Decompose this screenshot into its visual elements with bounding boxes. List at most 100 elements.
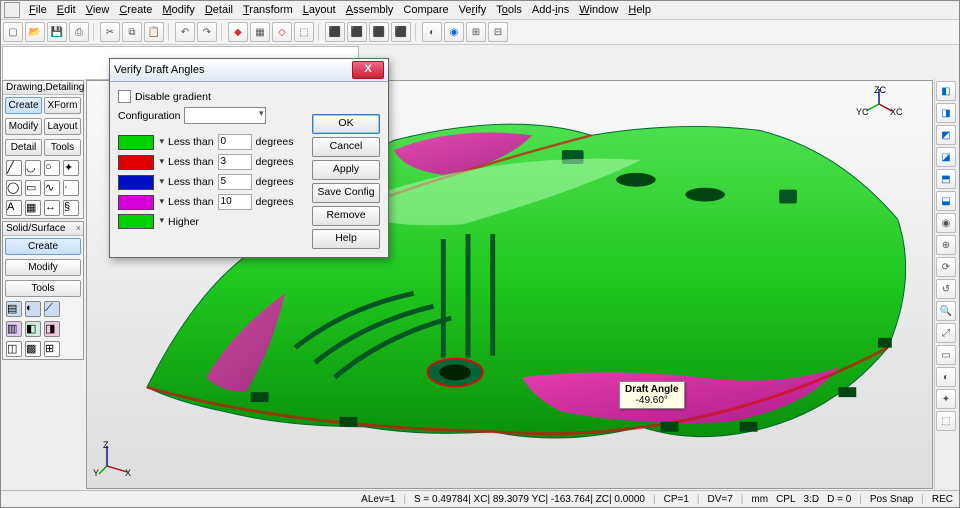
system-menu-icon[interactable]	[4, 2, 20, 18]
menu-layout[interactable]: Layout	[298, 3, 341, 17]
revolve-icon[interactable]: ◐	[25, 301, 41, 317]
arc-icon[interactable]: ◡	[25, 160, 41, 176]
menu-detail[interactable]: Detail	[200, 3, 238, 17]
redo-icon[interactable]: ↷	[197, 22, 217, 42]
extrude-icon[interactable]: ▤	[6, 301, 22, 317]
menu-assembly[interactable]: Assembly	[341, 3, 399, 17]
menu-create[interactable]: Create	[114, 3, 157, 17]
view-icon[interactable]: 🔍	[936, 301, 956, 321]
point-icon[interactable]: ·	[63, 180, 79, 196]
view-icon[interactable]: ◉	[936, 213, 956, 233]
view-icon[interactable]: ⟳	[936, 257, 956, 277]
view-icon[interactable]: ◪	[936, 147, 956, 167]
configuration-dropdown[interactable]	[184, 107, 266, 124]
close-icon[interactable]: ×	[76, 223, 81, 233]
tool-icon[interactable]: ⬛	[391, 22, 411, 42]
menu-help[interactable]: Help	[623, 3, 656, 17]
paste-icon[interactable]: 📋	[144, 22, 164, 42]
tool-icon[interactable]: ⊞	[466, 22, 486, 42]
tool-icon[interactable]: ◐	[422, 22, 442, 42]
dim-icon[interactable]: ↔	[44, 200, 60, 216]
star-icon[interactable]: ✦	[63, 160, 79, 176]
tab-detail[interactable]: Detail	[5, 139, 42, 156]
spline-icon[interactable]: ∿	[44, 180, 60, 196]
view-icon[interactable]: ◧	[936, 81, 956, 101]
view-icon[interactable]: ⬓	[936, 191, 956, 211]
color-swatch-higher[interactable]	[118, 214, 154, 229]
view-icon[interactable]: ⬚	[936, 411, 956, 431]
close-icon[interactable]: ×	[76, 82, 81, 92]
view-icon[interactable]: ◨	[936, 103, 956, 123]
open-icon[interactable]: 📂	[25, 22, 45, 42]
circle-icon[interactable]: ○	[44, 160, 60, 176]
prim-icon[interactable]: ◧	[25, 321, 41, 337]
menu-transform[interactable]: Transform	[238, 3, 298, 17]
tool-icon[interactable]: ◉	[444, 22, 464, 42]
line-icon[interactable]: ╱	[6, 160, 22, 176]
view-icon[interactable]: ⊕	[936, 235, 956, 255]
copy-icon[interactable]: ⧉	[122, 22, 142, 42]
tab-tools[interactable]: Tools	[44, 139, 81, 156]
surf-icon[interactable]: ◫	[6, 341, 22, 357]
dialog-titlebar[interactable]: Verify Draft Angles X	[110, 59, 388, 82]
hatch-icon[interactable]: ▦	[25, 200, 41, 216]
tool-icon[interactable]: ▦	[250, 22, 270, 42]
view-icon[interactable]: ✦	[936, 389, 956, 409]
tab-solid-modify[interactable]: Modify	[5, 259, 81, 276]
color-swatch[interactable]	[118, 135, 154, 150]
tab-layout[interactable]: Layout	[44, 118, 81, 135]
tool-icon[interactable]: ⬛	[369, 22, 389, 42]
tool-icon[interactable]: ◆	[228, 22, 248, 42]
tab-create[interactable]: Create	[5, 97, 42, 114]
threshold-input[interactable]: 5	[218, 174, 252, 190]
menu-view[interactable]: View	[81, 3, 115, 17]
ok-button[interactable]: OK	[312, 114, 380, 134]
other-icon[interactable]: ⊞	[44, 341, 60, 357]
remove-button[interactable]: Remove	[312, 206, 380, 226]
apply-button[interactable]: Apply	[312, 160, 380, 180]
loft-icon[interactable]: ▥	[6, 321, 22, 337]
mesh-icon[interactable]: ▩	[25, 341, 41, 357]
menu-tools[interactable]: Tools	[491, 3, 527, 17]
tab-solid-tools[interactable]: Tools	[5, 280, 81, 297]
rect-icon[interactable]: ▭	[25, 180, 41, 196]
save-icon[interactable]: 💾	[47, 22, 67, 42]
text-icon[interactable]: A	[6, 200, 22, 216]
cut-icon[interactable]: ✂	[100, 22, 120, 42]
sweep-icon[interactable]: ⟋	[44, 301, 60, 317]
help-button[interactable]: Help	[312, 229, 380, 249]
print-icon[interactable]: ⎙	[69, 22, 89, 42]
menu-modify[interactable]: Modify	[157, 3, 199, 17]
menu-file[interactable]: File	[24, 3, 52, 17]
menu-addins[interactable]: Add-ins	[527, 3, 574, 17]
tool-icon[interactable]: ◇	[272, 22, 292, 42]
bool-icon[interactable]: ◨	[44, 321, 60, 337]
tab-solid-create[interactable]: Create	[5, 238, 81, 255]
disable-gradient-checkbox[interactable]	[118, 90, 131, 103]
threshold-input[interactable]: 0	[218, 134, 252, 150]
menu-verify[interactable]: Verify	[454, 3, 492, 17]
save-config-button[interactable]: Save Config	[312, 183, 380, 203]
tab-modify[interactable]: Modify	[5, 118, 42, 135]
tool-icon[interactable]: ⊟	[488, 22, 508, 42]
new-icon[interactable]: ▢	[3, 22, 23, 42]
symbol-icon[interactable]: §	[63, 200, 79, 216]
tool-icon[interactable]: ⬚	[294, 22, 314, 42]
ellipse-icon[interactable]: ◯	[6, 180, 22, 196]
menu-compare[interactable]: Compare	[398, 3, 453, 17]
view-icon[interactable]: ⬒	[936, 169, 956, 189]
color-swatch[interactable]	[118, 175, 154, 190]
threshold-input[interactable]: 10	[218, 194, 252, 210]
threshold-input[interactable]: 3	[218, 154, 252, 170]
close-button[interactable]: X	[352, 61, 384, 79]
view-icon[interactable]: ⤢	[936, 323, 956, 343]
menu-window[interactable]: Window	[574, 3, 623, 17]
menu-edit[interactable]: Edit	[52, 3, 81, 17]
view-icon[interactable]: ↺	[936, 279, 956, 299]
color-swatch[interactable]	[118, 155, 154, 170]
tool-icon[interactable]: ⬛	[325, 22, 345, 42]
view-icon[interactable]: ◐	[936, 367, 956, 387]
view-icon[interactable]: ◩	[936, 125, 956, 145]
cancel-button[interactable]: Cancel	[312, 137, 380, 157]
tool-icon[interactable]: ⬛	[347, 22, 367, 42]
